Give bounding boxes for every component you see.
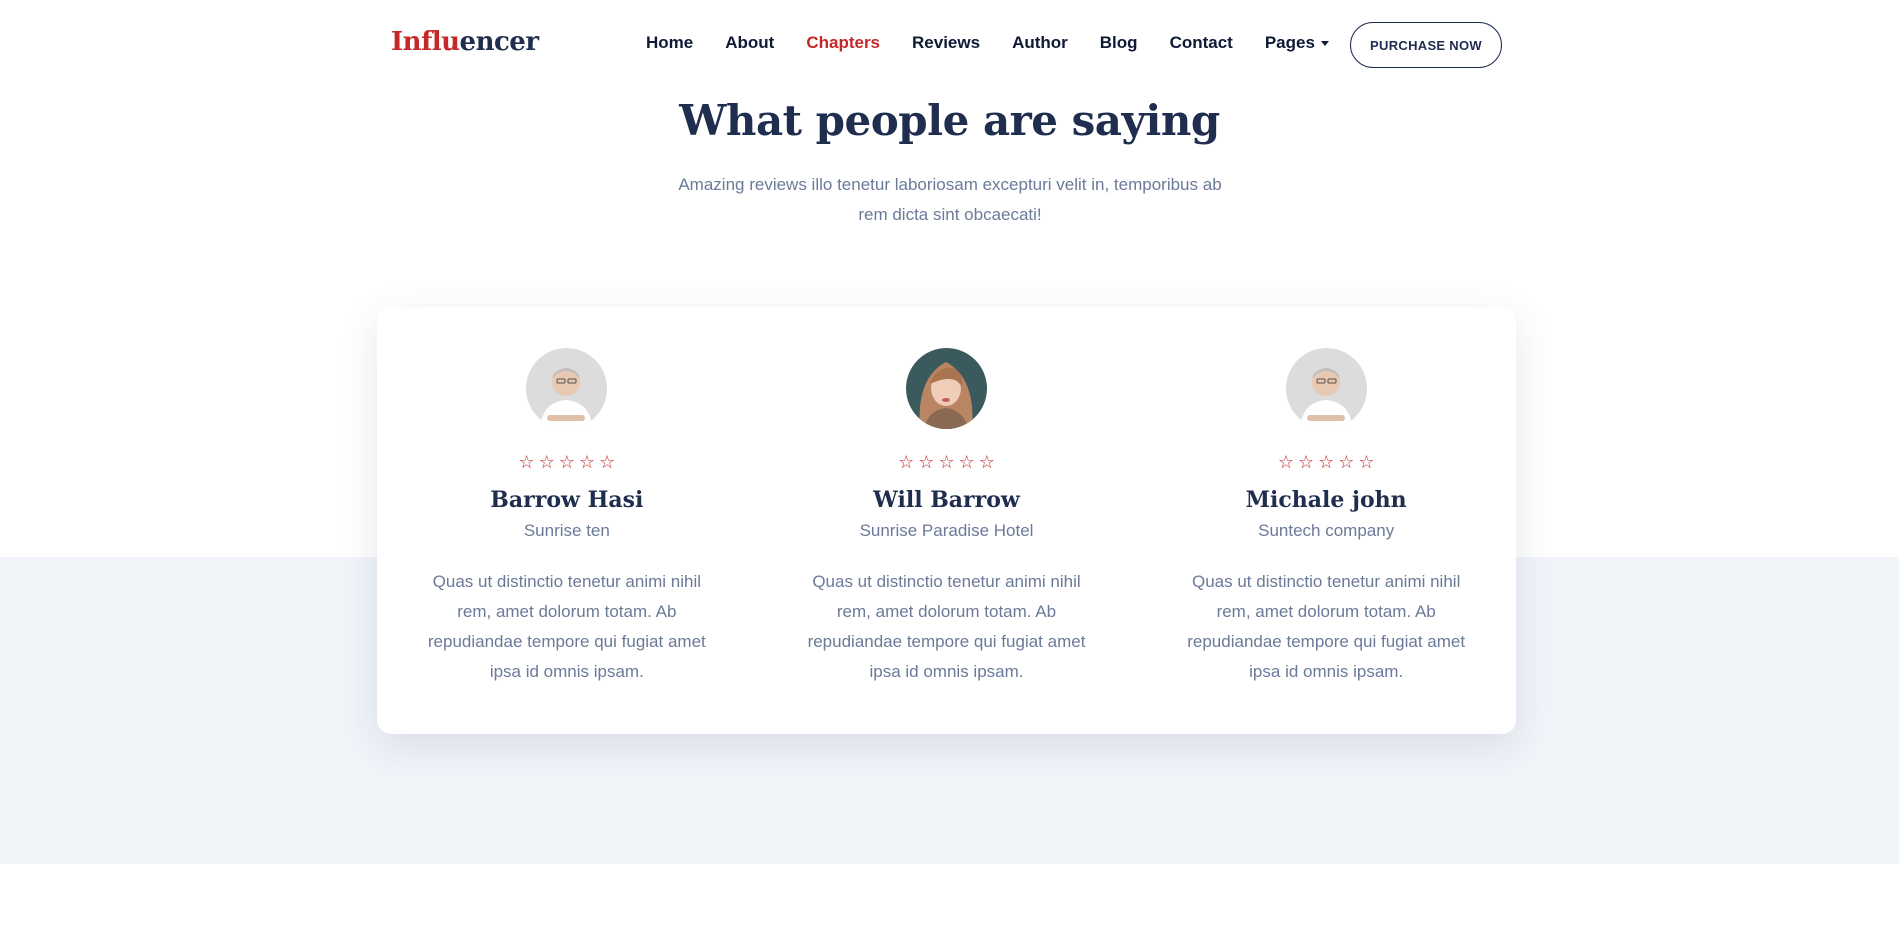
review-item: ☆ ☆ ☆ ☆ ☆ Will Barrow Sunrise Paradise H… [757, 307, 1137, 734]
star-icon: ☆ [1358, 452, 1375, 473]
section-subtitle: Amazing reviews illo tenetur laboriosam … [678, 175, 1222, 224]
reviews-card: ☆ ☆ ☆ ☆ ☆ Barrow Hasi Sunrise ten Quas u… [377, 307, 1516, 734]
nav-author[interactable]: Author [1012, 33, 1068, 53]
review-item: ☆ ☆ ☆ ☆ ☆ Michale john Suntech company Q… [1136, 307, 1516, 734]
nav-about[interactable]: About [725, 33, 774, 53]
star-icon: ☆ [599, 452, 616, 473]
star-icon: ☆ [1297, 452, 1315, 473]
star-icon: ☆ [898, 452, 915, 473]
section-title: What people are saying [679, 96, 1220, 145]
star-icon: ☆ [1277, 452, 1294, 473]
star-icon: ☆ [1318, 452, 1335, 473]
star-icon: ☆ [538, 452, 555, 473]
star-icon: ☆ [558, 452, 575, 473]
nav-contact[interactable]: Contact [1170, 33, 1233, 53]
reviewer-company: Sunrise Paradise Hotel [859, 521, 1034, 540]
site-logo[interactable]: Influencer [391, 27, 539, 57]
reviewer-company: Suntech company [1258, 521, 1395, 540]
chevron-down-icon [1320, 41, 1329, 47]
main-nav: Home About Chapters Reviews Author Blog … [646, 33, 1361, 53]
nav-chapters[interactable]: Chapters [806, 33, 880, 53]
purchase-now-button[interactable]: PURCHASE NOW [1350, 22, 1502, 68]
star-icon: ☆ [958, 452, 975, 473]
reviewer-name: Barrow Hasi [490, 487, 644, 513]
avatar [1285, 348, 1367, 429]
star-icon: ☆ [978, 452, 995, 473]
rating-stars: ☆ ☆ ☆ ☆ ☆ [1278, 453, 1375, 473]
nav-pages-dropdown[interactable]: Pages [1265, 33, 1329, 53]
nav-home[interactable]: Home [646, 33, 693, 53]
reviewer-name: Will Barrow [873, 487, 1020, 513]
star-icon: ☆ [918, 452, 935, 473]
review-quote: Quas ut distinctio tenetur animi nihil r… [807, 572, 1086, 681]
site-header: Influencer Home About Chapters Reviews A… [0, 0, 1899, 90]
reviewer-name: Michale john [1245, 487, 1407, 513]
star-icon: ☆ [518, 452, 535, 473]
star-icon: ☆ [938, 452, 955, 473]
star-icon: ☆ [578, 452, 596, 473]
review-quote: Quas ut distinctio tenetur animi nihil r… [427, 572, 706, 681]
reviewer-company: Sunrise ten [523, 521, 610, 540]
rating-stars: ☆ ☆ ☆ ☆ ☆ [518, 453, 615, 473]
nav-pages-label: Pages [1264, 33, 1315, 52]
avatar [906, 348, 987, 429]
review-quote: Quas ut distinctio tenetur animi nihil r… [1187, 572, 1466, 681]
review-item: ☆ ☆ ☆ ☆ ☆ Barrow Hasi Sunrise ten Quas u… [377, 307, 757, 734]
star-icon: ☆ [1338, 452, 1355, 473]
rating-stars: ☆ ☆ ☆ ☆ ☆ [898, 453, 995, 473]
avatar [526, 348, 608, 429]
nav-reviews[interactable]: Reviews [912, 33, 980, 53]
nav-blog[interactable]: Blog [1100, 33, 1138, 53]
